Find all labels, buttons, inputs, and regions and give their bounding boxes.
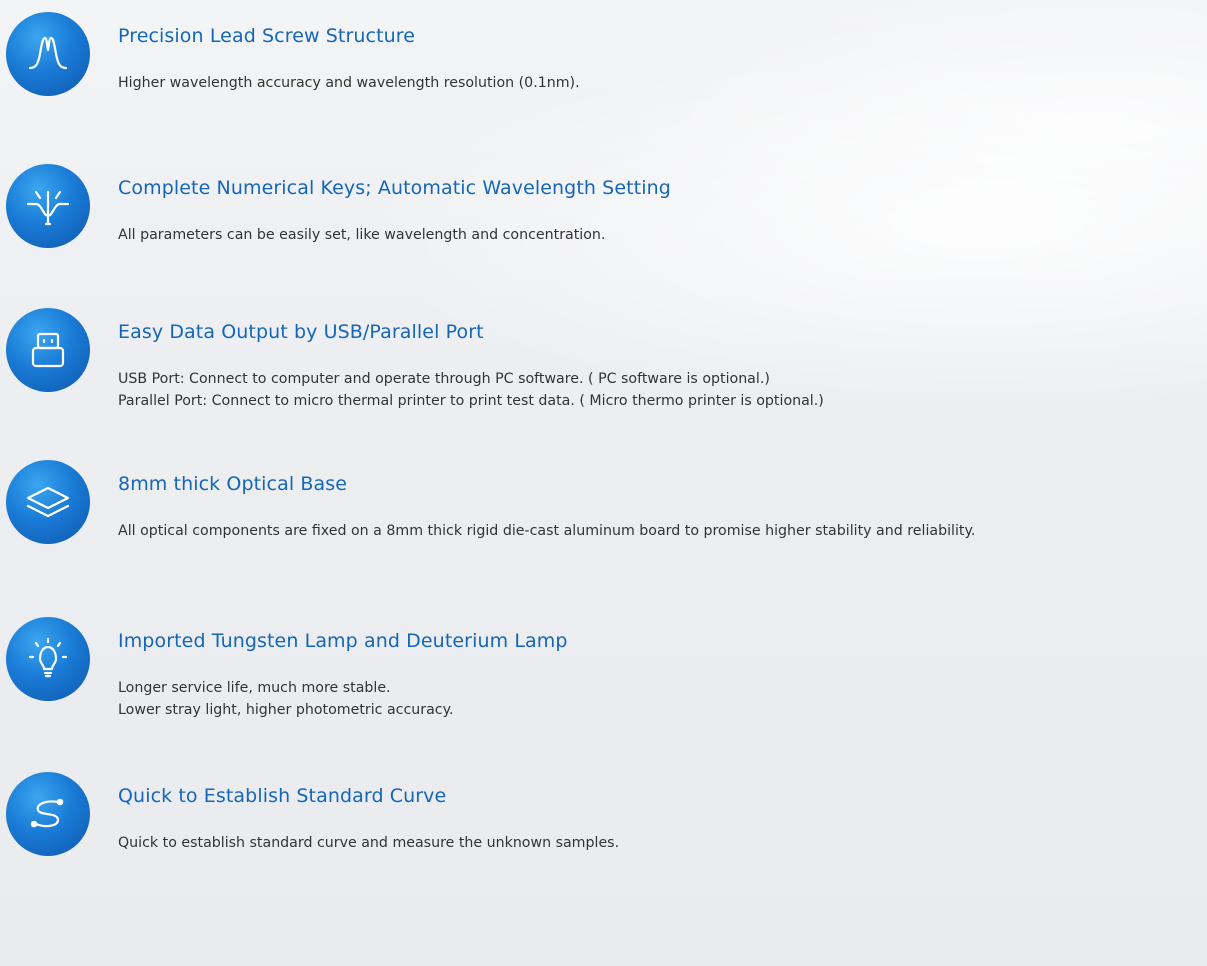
feature-title: Quick to Establish Standard Curve [118, 785, 447, 807]
feature-standard-curve: Quick to Establish Standard Curve Quick … [0, 772, 1207, 892]
feature-description: USB Port: Connect to computer and operat… [118, 368, 824, 412]
feature-description: All parameters can be easily set, like w… [118, 224, 605, 246]
feature-title: Complete Numerical Keys; Automatic Wavel… [118, 177, 671, 199]
feature-title: Easy Data Output by USB/Parallel Port [118, 321, 484, 343]
feature-description-line: Parallel Port: Connect to micro thermal … [118, 393, 824, 409]
feature-description-line: Quick to establish standard curve and me… [118, 835, 620, 851]
layers-icon [6, 460, 90, 544]
feature-description: Longer service life, much more stable. L… [118, 677, 453, 721]
feature-optical-base: 8mm thick Optical Base All optical compo… [0, 460, 1207, 580]
usb-port-icon [6, 308, 90, 392]
standard-curve-icon [6, 772, 90, 856]
feature-title: Precision Lead Screw Structure [118, 25, 416, 47]
feature-description: All optical components are fixed on a 8m… [118, 520, 975, 542]
feature-description-line: Lower stray light, higher photometric ac… [118, 702, 454, 718]
feature-description-line: All parameters can be easily set, like w… [118, 227, 606, 243]
peak-curve-icon [6, 12, 90, 96]
feature-description-line: Higher wavelength accuracy and wavelengt… [118, 75, 580, 91]
feature-precision-lead-screw: Precision Lead Screw Structure Higher wa… [0, 12, 1207, 132]
feature-description-line: All optical components are fixed on a 8m… [118, 523, 976, 539]
light-bulb-icon [6, 617, 90, 701]
feature-description: Quick to establish standard curve and me… [118, 832, 619, 854]
feature-data-output: Easy Data Output by USB/Parallel Port US… [0, 308, 1207, 428]
feature-description-line: Longer service life, much more stable. [118, 680, 391, 696]
feature-description-line: USB Port: Connect to computer and operat… [118, 371, 770, 387]
feature-numerical-keys: Complete Numerical Keys; Automatic Wavel… [0, 164, 1207, 284]
feature-description: Higher wavelength accuracy and wavelengt… [118, 72, 580, 94]
feature-title: 8mm thick Optical Base [118, 473, 348, 495]
feature-title: Imported Tungsten Lamp and Deuterium Lam… [118, 630, 568, 652]
wavelength-setting-icon [6, 164, 90, 248]
feature-lamps: Imported Tungsten Lamp and Deuterium Lam… [0, 617, 1207, 737]
